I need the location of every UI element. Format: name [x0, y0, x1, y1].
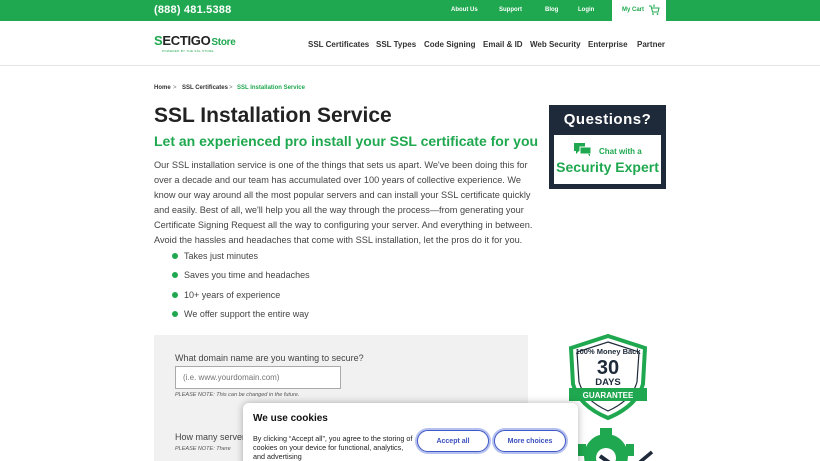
nav-code-signing[interactable]: Code Signing: [424, 40, 476, 49]
servers-note: PLEASE NOTE: There: [175, 446, 231, 452]
top-bar: (888) 481.5388 About Us Support Blog Log…: [0, 0, 820, 21]
logo-tagline: POWERED BY THE SSL STORE: [162, 49, 214, 53]
accept-all-button[interactable]: Accept all: [417, 430, 489, 452]
list-item: We offer support the entire way: [172, 309, 310, 328]
badge-number: 30: [597, 357, 619, 379]
cookie-text: By clicking “Accept all”, you agree to t…: [253, 434, 413, 461]
page-title: SSL Installation Service: [154, 104, 392, 127]
chat-expert-panel: Chat with a Security Expert: [554, 135, 661, 184]
chat-line-1: Chat with a: [599, 147, 642, 156]
site-header: SECTIGOStore POWERED BY THE SSL STORE SS…: [0, 21, 820, 66]
nav-enterprise[interactable]: Enterprise: [588, 40, 628, 49]
chat-bubble-icon: [574, 143, 592, 157]
list-item: 10+ years of experience: [172, 290, 310, 309]
top-link-blog[interactable]: Blog: [545, 7, 558, 13]
money-back-guarantee-badge: 100% Money Back 30 DAYS GUARANTEE: [568, 334, 648, 420]
more-choices-button[interactable]: More choices: [494, 430, 566, 452]
breadcrumb-ssl-certificates[interactable]: SSL Certificates: [182, 85, 228, 91]
gear-wrench-icon: [578, 428, 654, 461]
bullet-dot-icon: [172, 253, 178, 259]
top-link-about-us[interactable]: About Us: [451, 7, 478, 13]
bullet-dot-icon: [172, 310, 178, 317]
page-subtitle: Let an experienced pro install your SSL …: [154, 133, 539, 149]
breadcrumb-current: SSL Installation Service: [237, 85, 305, 91]
cookie-title: We use cookies: [253, 413, 328, 424]
feature-list: Takes just minutes Saves you time and he…: [172, 251, 310, 328]
badge-days: DAYS: [595, 377, 621, 388]
nav-partner[interactable]: Partner: [637, 40, 665, 49]
domain-label: What domain name are you wanting to secu…: [175, 353, 364, 363]
chat-line-2: Security Expert: [556, 159, 659, 175]
top-link-support[interactable]: Support: [499, 7, 522, 13]
nav-email-id[interactable]: Email & ID: [483, 40, 523, 49]
breadcrumb-separator: >: [229, 85, 233, 91]
bullet-dot-icon: [172, 291, 178, 298]
domain-input[interactable]: [175, 366, 341, 389]
nav-ssl-types[interactable]: SSL Types: [376, 40, 416, 49]
servers-label: How many server: [175, 432, 246, 442]
breadcrumb-home[interactable]: Home: [154, 85, 171, 91]
chat-expert-banner[interactable]: Questions? Chat with a Security Expert: [549, 105, 666, 189]
nav-ssl-certificates[interactable]: SSL Certificates: [308, 40, 369, 49]
nav-web-security[interactable]: Web Security: [530, 40, 581, 49]
badge-top-text: 100% Money Back: [575, 347, 641, 356]
questions-title: Questions?: [563, 111, 652, 128]
cookie-banner: We use cookies By clicking “Accept all”,…: [243, 403, 578, 461]
list-item: Saves you time and headaches: [172, 270, 310, 289]
cart-label: My Cart: [622, 7, 645, 13]
top-link-login[interactable]: Login: [578, 7, 594, 13]
intro-paragraph: Our SSL installation service is one of t…: [154, 160, 533, 245]
cart-count: 0: [653, 3, 656, 8]
domain-note: PLEASE NOTE: This can be changed in the …: [175, 392, 300, 398]
badge-ribbon-text: GUARANTEE: [583, 391, 634, 400]
list-item: Takes just minutes: [172, 251, 310, 270]
phone-number[interactable]: (888) 481.5388: [154, 4, 231, 16]
breadcrumb-separator: >: [173, 85, 177, 91]
bullet-dot-icon: [172, 272, 178, 279]
cart-button[interactable]: My Cart 0: [612, 0, 666, 21]
logo-wordmark: SECTIGOStore: [154, 33, 236, 48]
